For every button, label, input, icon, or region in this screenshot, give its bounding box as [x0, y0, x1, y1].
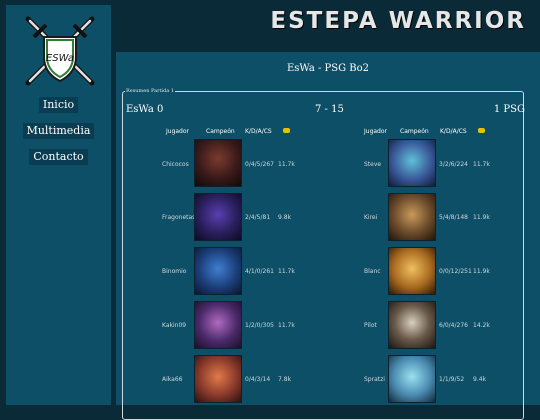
player-name: Binomio	[162, 268, 187, 275]
champion-portrait	[194, 247, 242, 295]
col-header-champion: Campeón	[400, 128, 429, 135]
player-name: Kirei	[364, 214, 378, 221]
logo-text: ESWa	[46, 53, 74, 64]
col-header-kda: K/D/A/CS	[245, 128, 272, 135]
match-summary: Resumen Partida 1	[122, 88, 524, 420]
player-name: Kakin09	[162, 322, 187, 329]
player-name: Aika66	[162, 376, 183, 383]
match-score: 7 - 15	[315, 104, 344, 115]
player-name: Spratzi	[364, 376, 385, 383]
player-name: Blanc	[364, 268, 381, 275]
player-name: Pilot	[364, 322, 377, 329]
nav-label[interactable]: Multimedia	[22, 123, 95, 139]
gold-value: 9.8k	[278, 214, 292, 221]
champion-portrait	[388, 301, 436, 349]
champion-portrait	[388, 355, 436, 403]
kda-value: 5/4/8/148	[439, 214, 468, 221]
champion-portrait	[388, 193, 436, 241]
player-name: Steve	[364, 161, 382, 168]
crossed-swords-shield-icon: ESWa	[25, 16, 95, 86]
kda-value: 2/4/5/81	[245, 214, 271, 221]
col-header-player: Jugador	[166, 128, 190, 135]
sidebar: ESWa Inicio Multimedia Contacto	[6, 5, 111, 405]
logo[interactable]: ESWa	[22, 13, 98, 89]
nav-item-multimedia[interactable]: Multimedia	[6, 119, 111, 139]
gold-coin-icon	[478, 128, 485, 133]
player-name: Fragonetas	[162, 214, 196, 221]
kda-value: 1/2/0/305	[245, 322, 274, 329]
gold-value: 14.2k	[473, 322, 490, 329]
champion-portrait	[194, 193, 242, 241]
site-title: ESTEPA WARRIOR	[270, 8, 526, 34]
gold-value: 11.7k	[278, 268, 295, 275]
gold-value: 11.9k	[473, 214, 490, 221]
gold-value: 11.7k	[278, 322, 295, 329]
nav-item-inicio[interactable]: Inicio	[6, 93, 111, 113]
team-right-score: 1 PSG	[493, 104, 525, 115]
kda-value: 4/1/0/261	[245, 268, 274, 275]
nav-item-contacto[interactable]: Contacto	[6, 145, 111, 165]
kda-value: 3/2/6/224	[439, 161, 468, 168]
champion-portrait	[194, 139, 242, 187]
nav-label[interactable]: Contacto	[29, 149, 88, 165]
kda-value: 6/0/4/276	[439, 322, 468, 329]
champion-portrait	[194, 301, 242, 349]
gold-value: 9.4k	[473, 376, 487, 383]
col-header-kda: K/D/A/CS	[440, 128, 467, 135]
team-left-score: EsWa 0	[126, 104, 164, 115]
col-header-player: Jugador	[364, 128, 388, 135]
col-header-champion: Campeón	[206, 128, 235, 135]
match-title: EsWa - PSG Bo2	[286, 63, 370, 74]
champion-portrait	[388, 247, 436, 295]
gold-value: 11.7k	[278, 161, 295, 168]
gold-coin-icon	[283, 128, 290, 133]
player-name: Chicocos	[162, 161, 189, 168]
champion-portrait	[388, 139, 436, 187]
match-legend: Resumen Partida 1	[126, 88, 175, 94]
kda-value: 1/1/9/52	[439, 376, 465, 383]
gold-value: 7.8k	[278, 376, 292, 383]
gold-value: 11.7k	[473, 161, 490, 168]
gold-value: 11.9k	[473, 268, 490, 275]
champion-portrait	[194, 355, 242, 403]
kda-value: 0/4/3/14	[245, 376, 271, 383]
kda-value: 0/4/5/267	[245, 161, 274, 168]
kda-value: 0/0/12/251	[439, 268, 472, 275]
nav-label[interactable]: Inicio	[38, 97, 79, 113]
